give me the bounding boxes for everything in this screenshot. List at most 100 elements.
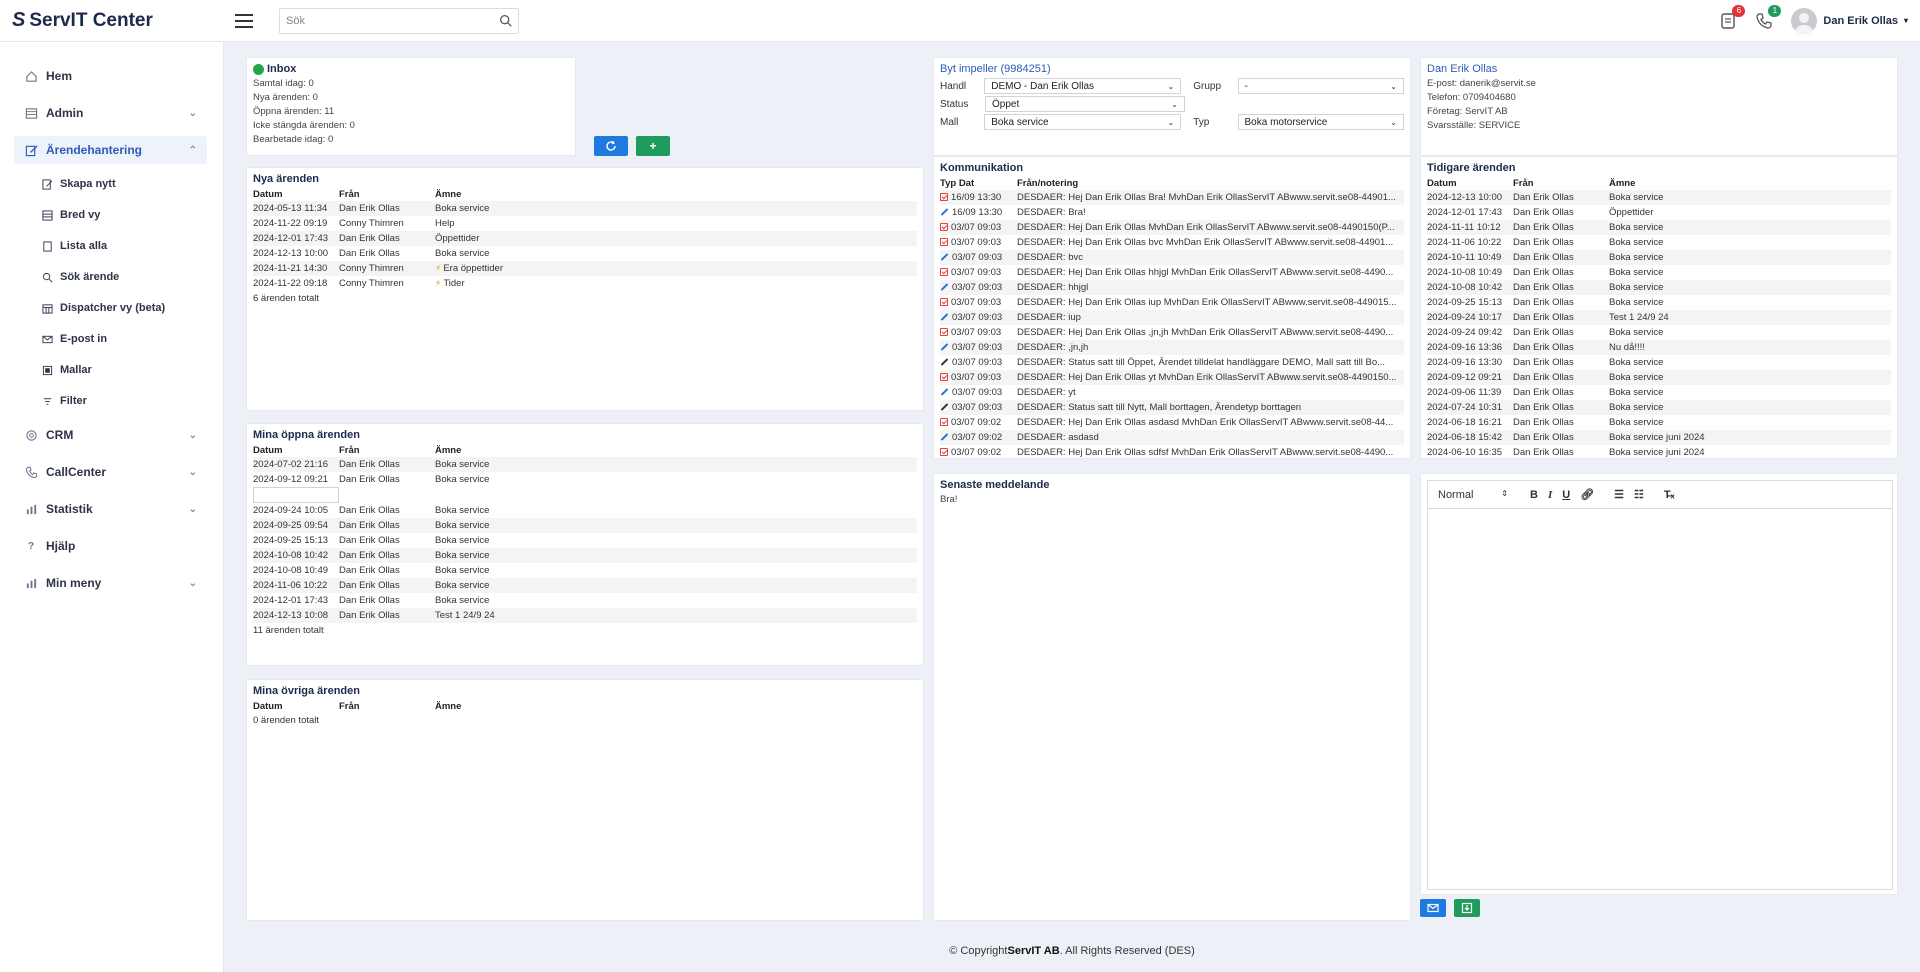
sidebar-sub-skapa-nytt[interactable]: Skapa nytt: [42, 173, 223, 195]
table-row[interactable]: 2024-11-21 14:30 Conny Thimren ⚡︎ Era öppet…: [253, 261, 917, 276]
refresh-button[interactable]: [594, 136, 628, 156]
app-logo[interactable]: S ServIT Center: [0, 9, 225, 32]
table-row[interactable]: 2024-05-13 11:34 Dan Erik Ollas Boka servi…: [253, 201, 917, 216]
footer-company[interactable]: ServIT AB: [1007, 945, 1059, 957]
communication-row[interactable]: 03/07 09:03 DESDAER: Hej Dan Erik Ollas b…: [940, 235, 1404, 250]
col-fran-notering[interactable]: Från/notering: [1017, 176, 1404, 190]
sidebar-item-arendehantering[interactable]: Ärendehantering ⌃: [14, 136, 207, 164]
col-datum[interactable]: Datum: [253, 699, 339, 713]
sidebar-sub-dispatcher[interactable]: Dispatcher vy (beta): [42, 297, 223, 319]
table-row[interactable]: 2024-07-24 10:31 Dan Erik Ollas Boka servi…: [1427, 400, 1891, 415]
col-datum[interactable]: Datum: [253, 187, 339, 201]
col-amne[interactable]: Ämne: [1609, 176, 1891, 190]
table-row[interactable]: 2024-07-02 21:16 Dan Erik Ollas Boka servi…: [253, 457, 917, 472]
status-select[interactable]: Öppet ⌄: [985, 96, 1185, 112]
col-amne[interactable]: Ämne: [435, 187, 917, 201]
table-row[interactable]: 2024-10-11 10:49 Dan Erik Ollas Boka servi…: [1427, 250, 1891, 265]
col-datum[interactable]: Datum: [253, 443, 339, 457]
table-row[interactable]: 2024-10-08 10:49 Dan Erik Ollas Boka servi…: [1427, 265, 1891, 280]
handl-select[interactable]: DEMO - Dan Erik Ollas ⌄: [984, 78, 1182, 94]
table-row[interactable]: 2024-06-18 16:21 Dan Erik Ollas Boka servi…: [1427, 415, 1891, 430]
table-row[interactable]: 2024-09-16 13:36 Dan Erik Ollas Nu då!!!!: [1427, 340, 1891, 355]
communication-row[interactable]: 03/07 09:02 DESDAER: Hej Dan Erik Ollas s…: [940, 445, 1404, 458]
sidebar-sub-bred-vy[interactable]: Bred vy: [42, 204, 223, 226]
sidebar-item-min-meny[interactable]: Min meny ⌄: [14, 569, 207, 597]
col-fran[interactable]: Från: [339, 699, 435, 713]
search-icon[interactable]: [499, 14, 512, 27]
table-row[interactable]: 2024-12-01 17:43 Dan Erik Ollas Öppettider: [253, 231, 917, 246]
communication-row[interactable]: 03/07 09:03 DESDAER: Hej Dan Erik Ollas ,…: [940, 325, 1404, 340]
send-email-button[interactable]: [1420, 899, 1446, 917]
table-row[interactable]: 2024-06-10 16:35 Dan Erik Ollas Boka servi…: [1427, 445, 1891, 458]
sidebar-item-hjalp[interactable]: ? Hjälp: [14, 532, 207, 560]
add-button[interactable]: +: [636, 136, 670, 156]
communication-row[interactable]: 03/07 09:03 DESDAER: bvc: [940, 250, 1404, 265]
table-row[interactable]: 2024-11-22 09:19 Conny Thimren Help: [253, 216, 917, 231]
table-row[interactable]: 2024-09-12 09:21 Dan Erik Ollas Boka servi…: [1427, 370, 1891, 385]
communication-row[interactable]: 03/07 09:03 DESDAER: yt: [940, 385, 1404, 400]
notifications-icon[interactable]: 6: [1719, 4, 1746, 30]
table-row[interactable]: 2024-09-16 13:30 Dan Erik Ollas Boka servi…: [1427, 355, 1891, 370]
communication-row[interactable]: 03/07 09:03 DESDAER: Hej Dan Erik Ollas h…: [940, 265, 1404, 280]
col-amne[interactable]: Ämne: [435, 443, 917, 457]
table-row[interactable]: 2024-09-06 11:39 Dan Erik Ollas Boka servi…: [1427, 385, 1891, 400]
col-amne[interactable]: Ämne: [435, 699, 917, 713]
sidebar-sub-epost-in[interactable]: E-post in: [42, 328, 223, 350]
save-note-button[interactable]: [1454, 899, 1480, 917]
ordered-list-icon[interactable]: ☰: [1614, 488, 1624, 501]
communication-row[interactable]: 03/07 09:03 DESDAER: ,jn,jh: [940, 340, 1404, 355]
communication-row[interactable]: 03/07 09:02 DESDAER: asdasd: [940, 430, 1404, 445]
communication-row[interactable]: 03/07 09:02 DESDAER: Hej Dan Erik Ollas a…: [940, 415, 1404, 430]
mall-select[interactable]: Boka service ⌄: [984, 114, 1182, 130]
table-row[interactable]: 2024-09-24 09:42 Dan Erik Ollas Boka servi…: [1427, 325, 1891, 340]
table-row[interactable]: 2024-06-18 15:42 Dan Erik Ollas Boka servi…: [1427, 430, 1891, 445]
link-icon[interactable]: 🔗︎: [1580, 488, 1594, 501]
table-row[interactable]: 2024-12-13 10:08 Dan Erik Ollas Test 1 24/…: [253, 608, 917, 623]
communication-row[interactable]: 16/09 13:30 DESDAER: Hej Dan Erik Ollas B…: [940, 190, 1404, 205]
sidebar-item-crm[interactable]: CRM ⌄: [14, 421, 207, 449]
search-input[interactable]: Sök: [279, 7, 519, 34]
communication-row[interactable]: 03/07 09:03 DESDAER: hhjgl: [940, 280, 1404, 295]
bullet-list-icon[interactable]: ☷: [1634, 488, 1644, 501]
case-title[interactable]: Byt impeller (9984251): [940, 63, 1404, 75]
underline-icon[interactable]: U: [1562, 489, 1570, 501]
table-row[interactable]: 2024-10-08 10:49 Dan Erik Ollas Boka servi…: [253, 563, 917, 578]
clear-format-icon[interactable]: T̶ₓ: [1664, 489, 1675, 501]
grupp-select[interactable]: - ⌄: [1237, 78, 1404, 94]
table-row[interactable]: 2024-09-25 15:13 Dan Erik Ollas Boka servi…: [1427, 295, 1891, 310]
sidebar-sub-mallar[interactable]: Mallar: [42, 359, 223, 381]
communication-row[interactable]: 03/07 09:03 DESDAER: Hej Dan Erik Ollas M…: [940, 220, 1404, 235]
col-typ-dat[interactable]: Typ Dat: [940, 176, 1017, 190]
phone-icon[interactable]: 1: [1755, 4, 1782, 30]
col-fran[interactable]: Från: [1513, 176, 1609, 190]
sidebar-item-admin[interactable]: Admin ⌄: [14, 99, 207, 127]
table-row[interactable]: 2024-09-25 15:13 Dan Erik Ollas Boka servi…: [253, 533, 917, 548]
communication-row[interactable]: 03/07 09:03 DESDAER: Status satt till Öpp…: [940, 355, 1404, 370]
communication-row[interactable]: 03/07 09:03 DESDAER: Status satt till Nyt…: [940, 400, 1404, 415]
table-row[interactable]: 2024-11-22 09:18 Conny Thimren ⚡︎ Tider: [253, 276, 917, 291]
table-row[interactable]: 2024-12-01 17:43 Dan Erik Ollas Öppettider: [1427, 205, 1891, 220]
sidebar-item-callcenter[interactable]: CallCenter ⌄: [14, 458, 207, 486]
table-row[interactable]: 2024-09-12 09:21 Dan Erik Ollas Boka servi…: [253, 472, 917, 487]
contact-name[interactable]: Dan Erik Ollas: [1427, 63, 1891, 75]
table-row[interactable]: 2024-12-13 10:00 Dan Erik Ollas Boka servi…: [1427, 190, 1891, 205]
table-row[interactable]: 2024-11-06 10:22 Dan Erik Ollas Boka servi…: [253, 578, 917, 593]
sidebar-item-statistik[interactable]: Statistik ⌄: [14, 495, 207, 523]
table-row[interactable]: 2024-10-08 10:42 Dan Erik Ollas Boka servi…: [1427, 280, 1891, 295]
communication-row[interactable]: 03/07 09:03 DESDAER: iup: [940, 310, 1404, 325]
table-row[interactable]: 2024-12-01 17:43 Dan Erik Ollas Boka servi…: [253, 593, 917, 608]
table-row[interactable]: 2024-09-25 09:54 Dan Erik Ollas Boka servi…: [253, 518, 917, 533]
col-fran[interactable]: Från: [339, 187, 435, 201]
table-row[interactable]: 2024-10-08 10:42 Dan Erik Ollas Boka servi…: [253, 548, 917, 563]
typ-select[interactable]: Boka motorservice ⌄: [1237, 114, 1404, 130]
table-row[interactable]: 2024-12-13 10:00 Dan Erik Ollas Boka servi…: [253, 246, 917, 261]
table-row[interactable]: 2024-11-06 10:22 Dan Erik Ollas Boka servi…: [1427, 235, 1891, 250]
hamburger-menu-icon[interactable]: [235, 13, 253, 28]
sidebar-sub-sok-arende[interactable]: Sök ärende: [42, 266, 223, 288]
format-select[interactable]: Normal ⇕: [1438, 489, 1508, 501]
sidebar-sub-filter[interactable]: Filter: [42, 390, 223, 412]
col-fran[interactable]: Från: [339, 443, 435, 457]
table-row[interactable]: 2024-09-16 13:30Dan Erik OllasByt impell…: [253, 487, 339, 503]
italic-icon[interactable]: I: [1548, 489, 1552, 501]
user-menu[interactable]: Dan Erik Ollas ▾: [1791, 7, 1908, 34]
